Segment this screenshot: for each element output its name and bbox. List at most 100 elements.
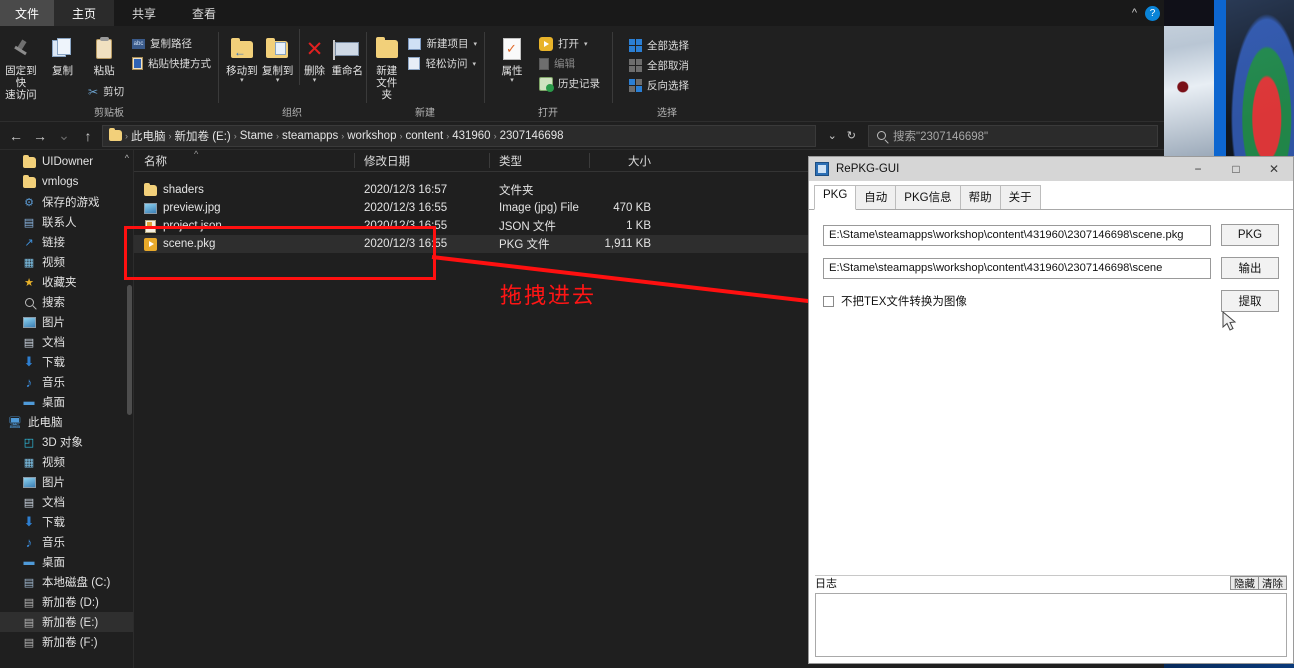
sidebar-item-drive-d[interactable]: ▤新加卷 (D:) (0, 592, 133, 612)
maximize-button[interactable]: □ (1217, 157, 1255, 181)
sidebar-item-this-pc[interactable]: 🖥此电脑 (0, 412, 133, 432)
breadcrumb-item-drive-e[interactable]: 新加卷 (E:) (175, 128, 231, 144)
recent-locations-button[interactable]: ⌄ (54, 127, 74, 144)
invert-selection-button[interactable]: 反向选择 (626, 77, 692, 94)
easy-access-button[interactable]: 轻松访问 ▾ (405, 55, 480, 72)
output-path-input[interactable]: E:\Stame\steamapps\workshop\content\4319… (823, 258, 1211, 279)
tab-auto[interactable]: 自动 (855, 185, 896, 209)
breadcrumb-item-431960[interactable]: 431960 (452, 130, 490, 142)
sidebar-item-pictures-pc[interactable]: 图片 (0, 472, 133, 492)
cut-button[interactable]: ✂ 剪切 (85, 83, 214, 100)
sidebar-item-drive-f[interactable]: ▤新加卷 (F:) (0, 632, 133, 652)
history-button[interactable]: 历史记录 (536, 75, 603, 92)
help-icon[interactable]: ? (1145, 6, 1160, 21)
sidebar-item-vmlogs[interactable]: vmlogs (0, 172, 133, 192)
forward-button[interactable]: → (30, 128, 50, 144)
log-output-area[interactable] (815, 593, 1287, 657)
sidebar-item-favorites[interactable]: ★收藏夹 (0, 272, 133, 292)
select-all-button[interactable]: 全部选择 (626, 37, 692, 54)
breadcrumb-item-content[interactable]: content (405, 130, 443, 142)
ribbon-tab-home[interactable]: 主页 (54, 0, 114, 26)
properties-button[interactable]: 属性 ▾ (492, 29, 532, 85)
sidebar-item-music-pc[interactable]: ♪音乐 (0, 532, 133, 552)
tab-pkg-info[interactable]: PKG信息 (895, 185, 960, 209)
back-button[interactable]: ← (6, 128, 26, 144)
no-tex-convert-checkbox[interactable] (823, 296, 834, 307)
minimize-button[interactable]: − (1179, 157, 1217, 181)
sidebar-item-videos[interactable]: ▦视频 (0, 252, 133, 272)
rename-button[interactable]: 重命名 (329, 29, 366, 77)
sidebar-item-pictures[interactable]: 图片 (0, 312, 133, 332)
easy-access-caret-icon[interactable]: ▾ (472, 60, 476, 68)
open-caret-icon[interactable]: ▾ (584, 40, 588, 48)
sidebar-item-drive-e[interactable]: ▤新加卷 (E:) (0, 612, 133, 632)
sidebar-item-music[interactable]: ♪音乐 (0, 372, 133, 392)
sidebar-item-downloads-pc[interactable]: ⬇下载 (0, 512, 133, 532)
pkg-browse-button[interactable]: PKG (1221, 224, 1279, 246)
select-none-button[interactable]: 全部取消 (626, 57, 692, 74)
copy-button[interactable]: 复制 (42, 29, 84, 77)
log-clear-button[interactable]: 清除 (1258, 576, 1287, 590)
open-button[interactable]: 打开 ▾ (536, 35, 603, 52)
sidebar-item-drive-c[interactable]: ▤本地磁盘 (C:) (0, 572, 133, 592)
up-button[interactable]: ↑ (78, 128, 98, 144)
search-input[interactable]: 搜索"2307146698" (868, 125, 1158, 147)
move-to-button[interactable]: ← 移动到 ▾ (224, 29, 260, 85)
breadcrumb-item-stame[interactable]: Stame (240, 130, 273, 142)
sidebar-item-contacts[interactable]: ▤联系人 (0, 212, 133, 232)
column-header-date[interactable]: 修改日期 (354, 150, 489, 171)
new-item-button[interactable]: 新建项目 ▾ (405, 35, 480, 52)
sidebar-item-documents-pc[interactable]: ▤文档 (0, 492, 133, 512)
no-tex-convert-checkbox-row[interactable]: 不把TEX文件转换为图像 (823, 293, 1211, 309)
sidebar-item-uidowner[interactable]: UIDowner (0, 152, 133, 172)
ribbon-tab-file[interactable]: 文件 (0, 0, 54, 26)
properties-caret-icon[interactable]: ▾ (510, 77, 514, 85)
sidebar-item-desktop-pc[interactable]: ▬桌面 (0, 552, 133, 572)
sidebar-item-search[interactable]: 搜索 (0, 292, 133, 312)
breadcrumb-item-workshop[interactable]: workshop (347, 130, 396, 142)
breadcrumb[interactable]: › 此电脑 › 新加卷 (E:) › Stame › steamapps › w… (102, 125, 816, 147)
sidebar-item-desktop[interactable]: ▬桌面 (0, 392, 133, 412)
paste-button[interactable]: 粘贴 (83, 29, 125, 77)
sidebar-item-saved-games[interactable]: ⚙保存的游戏 (0, 192, 133, 212)
refresh-icon[interactable]: ↻ (847, 129, 856, 142)
sidebar-item-downloads[interactable]: ⬇下载 (0, 352, 133, 372)
close-button[interactable]: ✕ (1255, 157, 1293, 181)
copy-path-button[interactable]: abc 复制路径 (129, 35, 214, 52)
breadcrumb-item-this-pc[interactable]: 此电脑 (131, 128, 166, 144)
ribbon-group-open-title: 打开 (484, 104, 612, 121)
ribbon-tab-view[interactable]: 查看 (174, 0, 234, 26)
sidebar-item-3d-objects[interactable]: ◰3D 对象 (0, 432, 133, 452)
copy-to-button[interactable]: 复制到 ▾ (260, 29, 296, 85)
navigation-pane-scrollbar[interactable] (127, 285, 132, 415)
new-folder-button[interactable]: 新建 文件夹 (372, 29, 401, 101)
delete-caret-icon[interactable]: ▾ (313, 77, 317, 85)
ribbon-tab-share[interactable]: 共享 (114, 0, 174, 26)
extract-button[interactable]: 提取 (1221, 290, 1279, 312)
column-header-type[interactable]: 类型 (489, 150, 589, 171)
paste-shortcut-button[interactable]: 粘贴快捷方式 (129, 55, 214, 72)
sidebar-item-links[interactable]: ↗链接 (0, 232, 133, 252)
tab-pkg[interactable]: PKG (814, 185, 856, 210)
column-header-name[interactable]: 名称 (134, 150, 354, 171)
delete-button[interactable]: ✕ 删除 ▾ (299, 29, 328, 85)
new-item-caret-icon[interactable]: ▾ (473, 40, 477, 48)
repkg-title-bar[interactable]: RePKG-GUI − □ ✕ (809, 157, 1293, 181)
sidebar-item-videos-pc[interactable]: ▦视频 (0, 452, 133, 472)
nav-scroll-up-icon[interactable]: ^ (125, 153, 129, 163)
output-browse-button[interactable]: 输出 (1221, 257, 1279, 279)
pin-to-quick-access-button[interactable]: 固定到快 速访问 (0, 29, 42, 101)
column-header-size[interactable]: 大小 (589, 150, 659, 171)
tab-about[interactable]: 关于 (1000, 185, 1041, 209)
collapse-ribbon-icon[interactable]: ^ (1132, 7, 1137, 19)
breadcrumb-item-steamapps[interactable]: steamapps (282, 130, 338, 142)
address-dropdown-icon[interactable]: ⌄ (828, 129, 837, 142)
pkg-path-input[interactable]: E:\Stame\steamapps\workshop\content\4319… (823, 225, 1211, 246)
edit-button[interactable]: 编辑 (536, 55, 603, 72)
copy-to-caret-icon[interactable]: ▾ (276, 77, 280, 85)
move-to-caret-icon[interactable]: ▾ (240, 77, 244, 85)
log-hide-button[interactable]: 隐藏 (1230, 576, 1259, 590)
sidebar-item-documents[interactable]: ▤文档 (0, 332, 133, 352)
tab-help[interactable]: 帮助 (960, 185, 1001, 209)
breadcrumb-item-2307146698[interactable]: 2307146698 (500, 130, 564, 142)
